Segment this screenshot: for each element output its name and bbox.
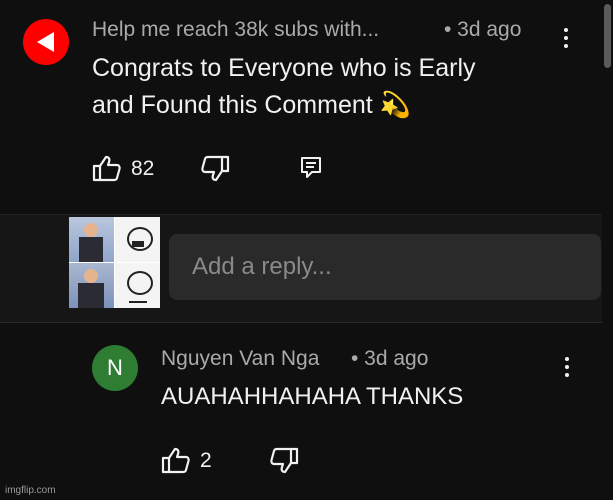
reply-menu-icon[interactable] <box>562 357 572 383</box>
comment-text-line-2: and Found this Comment 💫 <box>92 91 411 119</box>
reply-input-placeholder: Add a reply... <box>192 253 332 280</box>
watermark: imgflip.com <box>5 485 56 496</box>
avatar-letter: N <box>107 355 123 380</box>
reply-author[interactable]: Nguyen Van Nga <box>161 347 319 371</box>
thumbs-up-icon[interactable] <box>92 154 122 182</box>
reply-author-avatar[interactable]: N <box>92 345 138 391</box>
comment-time[interactable]: • 3d ago <box>444 18 521 42</box>
comment-author[interactable]: Help me reach 38k subs with... <box>92 18 379 42</box>
play-arrow-icon <box>37 32 54 52</box>
thumbs-down-icon[interactable] <box>200 155 230 183</box>
scrollbar[interactable] <box>602 0 613 500</box>
reply-text: AUAHAHHAHAHA THANKS <box>161 383 464 410</box>
reply-like-count: 2 <box>200 449 212 472</box>
user-avatar-image[interactable] <box>69 217 160 308</box>
commenter-avatar[interactable] <box>23 19 69 65</box>
reply-input[interactable]: Add a reply... <box>169 234 601 300</box>
comment-menu-icon[interactable] <box>561 28 571 54</box>
comment-like-count: 82 <box>131 157 155 180</box>
reply-comment-icon[interactable] <box>300 156 322 180</box>
comment-text-line-1: Congrats to Everyone who is Early <box>92 54 476 82</box>
thumbs-up-icon[interactable] <box>161 446 191 474</box>
reply-time[interactable]: • 3d ago <box>351 347 428 371</box>
scroll-thumb[interactable] <box>604 4 611 68</box>
thumbs-down-icon[interactable] <box>269 447 299 475</box>
